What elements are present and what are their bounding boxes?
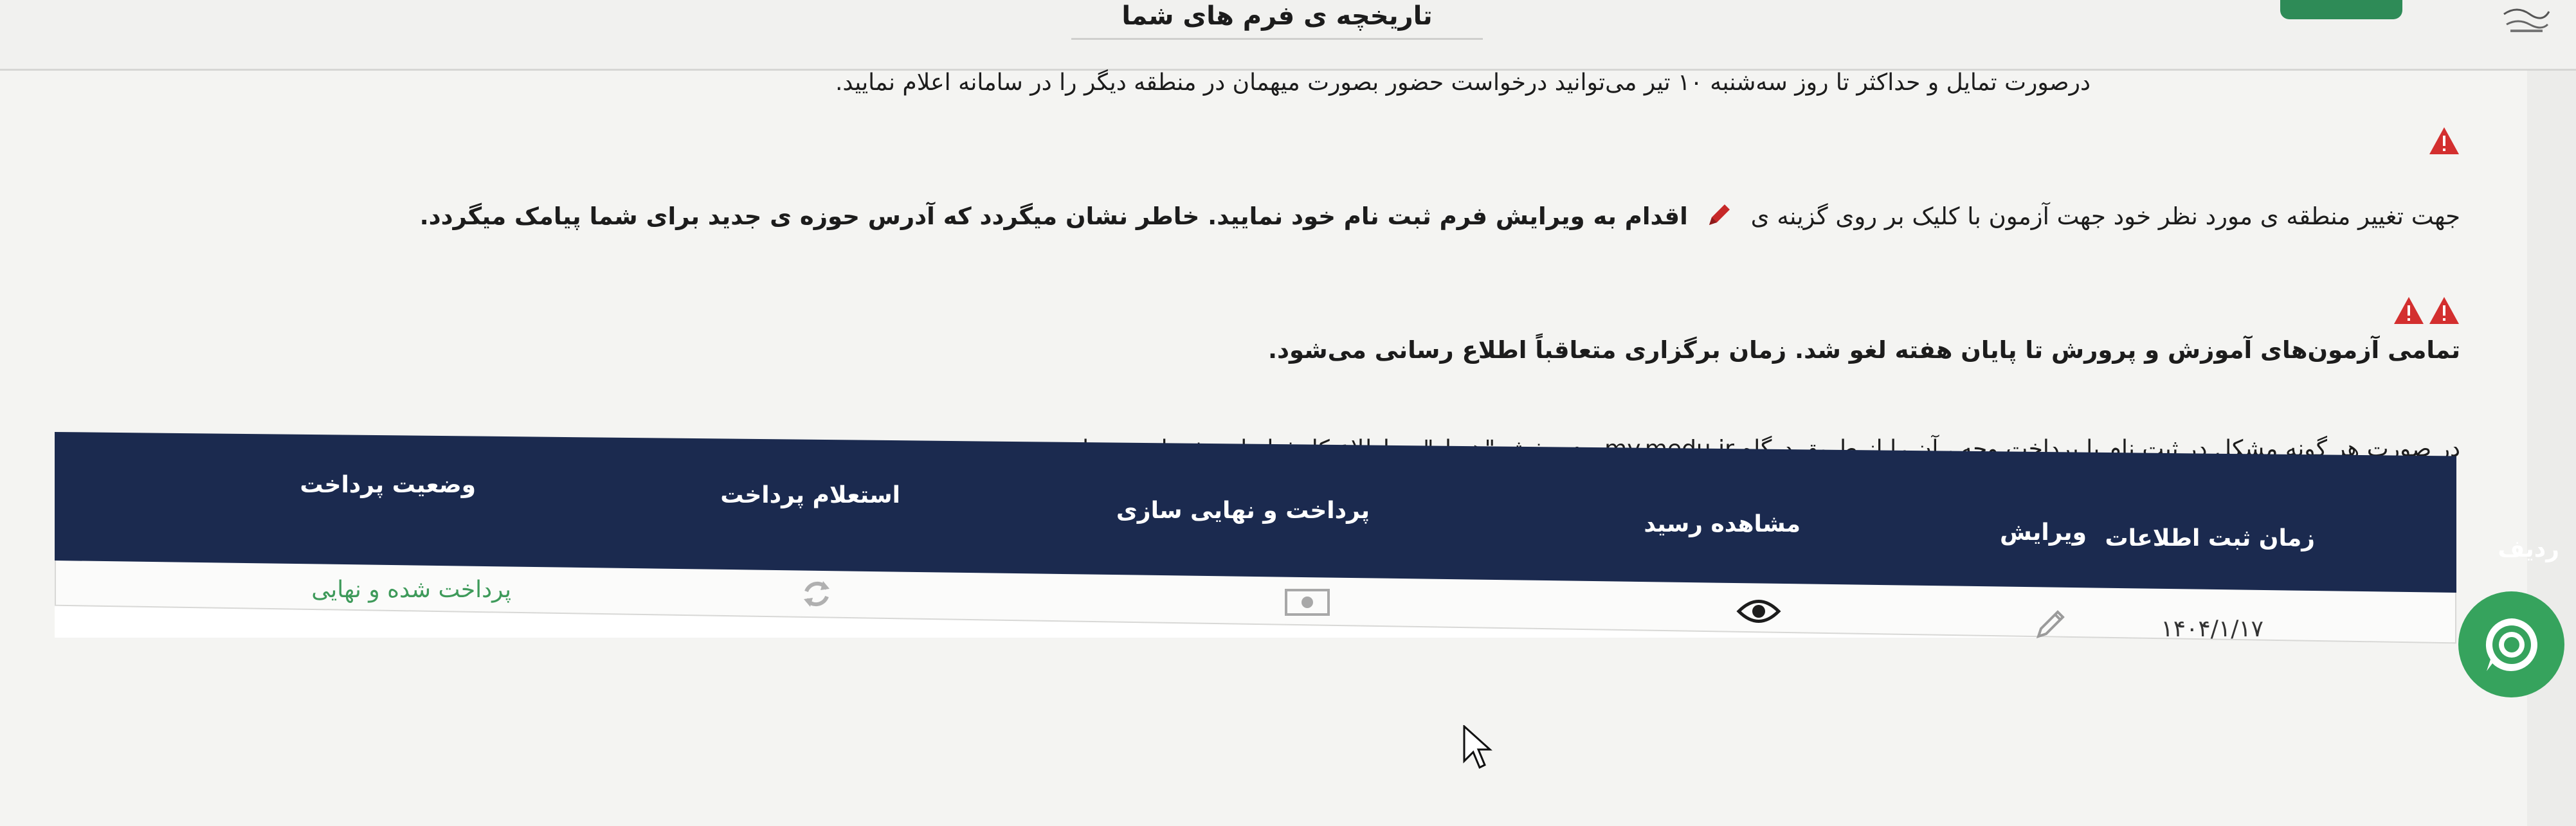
top-green-button[interactable] xyxy=(2280,0,2402,19)
chat-button[interactable] xyxy=(2458,591,2564,697)
change-region-notice: جهت تغییر منطقه ی مورد نظر خود جهت آزمون… xyxy=(420,201,2460,235)
edit-button[interactable] xyxy=(2032,604,2071,645)
chat-icon xyxy=(2485,618,2537,671)
cursor-icon xyxy=(1463,724,1492,773)
forms-table: ردیف زمان ثبت اطلاعات ویرایش مشاهده رسید… xyxy=(55,432,2559,651)
header-registered-at: زمان ثبت اطلاعات xyxy=(2105,525,2315,552)
header-row-number: ردیف xyxy=(2498,536,2559,562)
page-title: تاریخچه ی فرم های شما xyxy=(1071,0,1483,40)
header-view-receipt: مشاهده رسید xyxy=(1644,511,1800,537)
cancelled-exams-notice: تمامی آزمون‌های آموزش و پرورش تا پایان ه… xyxy=(1267,336,2460,364)
header-payment-status: وضعیت پرداخت xyxy=(300,472,476,498)
view-receipt-button[interactable] xyxy=(1736,595,1781,630)
header-edit: ویرایش xyxy=(1999,519,2087,546)
ministry-logo xyxy=(2491,1,2562,40)
pay-finalize-button[interactable] xyxy=(1283,586,1331,621)
money-icon xyxy=(1285,589,1330,616)
warning-icon xyxy=(2393,296,2425,328)
page-panel xyxy=(0,0,2527,826)
change-region-prefix: جهت تغییر منطقه ی مورد نظر خود جهت آزمون… xyxy=(1750,202,2460,230)
warning-icon xyxy=(2428,296,2460,328)
warning-icon xyxy=(2428,126,2460,161)
pencil-icon xyxy=(1705,201,1734,235)
eye-icon xyxy=(1736,600,1781,623)
refresh-icon xyxy=(804,581,830,607)
header-payment-inquiry: استعلام پرداخت xyxy=(720,482,900,508)
pencil-icon xyxy=(2036,610,2065,639)
cell-registered-at: ۱۴۰۴/۱/۱۷ xyxy=(2161,616,2263,642)
change-region-suffix: اقدام به ویرایش فرم ثبت نام خود نمایید. … xyxy=(419,202,1688,230)
payment-status: پرداخت شده و نهایی xyxy=(311,577,511,603)
guest-request-notice: درصورت تمایل و حداکثر تا روز سه‌شنبه ۱۰ … xyxy=(835,69,2091,96)
double-warning xyxy=(2393,296,2460,328)
warning-line xyxy=(2428,126,2460,161)
header-pay-finalize: پرداخت و نهایی سازی xyxy=(1116,498,1370,524)
payment-inquiry-button[interactable] xyxy=(797,575,836,616)
